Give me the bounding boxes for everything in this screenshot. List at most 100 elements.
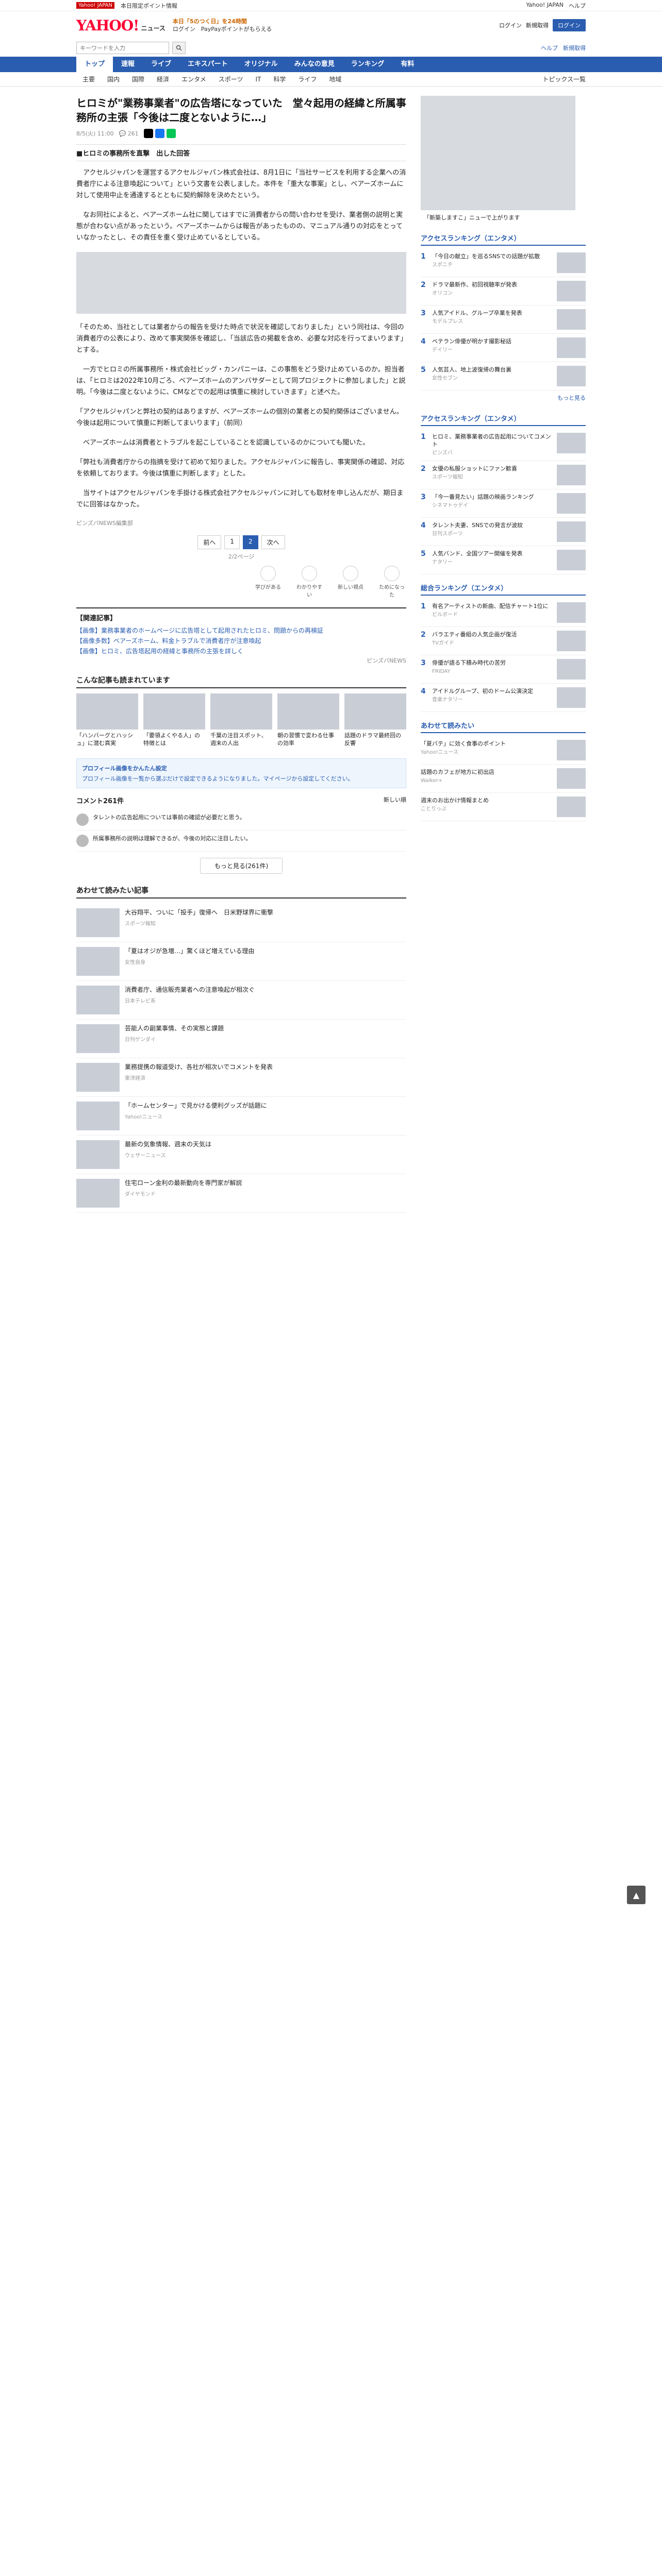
list-item[interactable]: 「ホームセンター」で見かける便利グッズが話題に Yahoo!ニュース bbox=[76, 1097, 406, 1136]
facebook-share-icon[interactable] bbox=[155, 129, 164, 138]
ranking-item[interactable]: 3 「今一番見たい」話題の映画ランキング シネマトゥデイ bbox=[421, 489, 586, 518]
header-link-login[interactable]: ログイン bbox=[499, 21, 522, 29]
nav-item-breaking[interactable]: 速報 bbox=[113, 57, 143, 72]
ranking-item[interactable]: 3 人気アイドル、グループ卒業を発表 モデルプレス bbox=[421, 306, 586, 334]
rank-text: 人気アイドル、グループ卒業を発表 bbox=[432, 310, 522, 316]
ranking-item[interactable]: 4 タレント夫妻、SNSでの発言が波紋 日刊スポーツ bbox=[421, 518, 586, 546]
list-source: Yahoo!ニュース bbox=[125, 1114, 162, 1120]
yahoo-japan-badge[interactable]: Yahoo! JAPAN bbox=[76, 2, 114, 9]
category-life[interactable]: ライフ bbox=[292, 75, 323, 83]
reaction-learn[interactable]: 学びがある bbox=[254, 566, 283, 598]
category-local[interactable]: 地域 bbox=[323, 75, 347, 83]
ranking-item[interactable]: 1 ヒロミ、業務事業者の広告起用についてコメント ピンズバ bbox=[421, 429, 586, 461]
ranking-item[interactable]: 4 ベテラン俳優が明かす撮影秘話 デイリー bbox=[421, 334, 586, 362]
category-it[interactable]: IT bbox=[249, 76, 267, 83]
login-button[interactable]: ログイン bbox=[553, 19, 586, 31]
list-thumb bbox=[76, 1140, 120, 1169]
ranking-item[interactable]: 3 俳優が語る下積み時代の苦労 FRIDAY bbox=[421, 655, 586, 684]
nav-item-expert[interactable]: エキスパート bbox=[179, 57, 236, 72]
list-item[interactable]: 住宅ローン金利の最新動向を専門家が解説 ダイヤモンド bbox=[76, 1174, 406, 1213]
nav-item-ranking[interactable]: ランキング bbox=[343, 57, 393, 72]
reaction-new-view[interactable]: 新しい視点 bbox=[336, 566, 365, 598]
reaction-clear[interactable]: わかりやすい bbox=[295, 566, 324, 598]
ranking-item[interactable]: 2 ドラマ最新作、初回視聴率が発表 オリコン bbox=[421, 277, 586, 306]
rank-source: ナタリー bbox=[432, 560, 453, 565]
ranking-item[interactable]: 5 人気芸人、地上波復帰の舞台裏 女性セブン bbox=[421, 362, 586, 391]
ranking-more-link[interactable]: もっと見る bbox=[421, 391, 586, 405]
related-link[interactable]: 【画像】業務事業者のホームページに広告塔として起用されたヒロミ、問題からの再検証 bbox=[76, 625, 406, 636]
recommend-card[interactable]: 話題のドラマ最終回の反響 bbox=[344, 693, 406, 747]
related-link[interactable]: 【画像】ヒロミ、広告塔起用の経緯と事務所の主張を詳しく bbox=[76, 646, 406, 656]
line-share-icon[interactable] bbox=[166, 129, 176, 138]
list-item[interactable]: 消費者庁、通信販売業者への注意喚起が相次ぐ 日本テレビ系 bbox=[76, 981, 406, 1020]
category-world[interactable]: 国際 bbox=[126, 75, 151, 83]
recommend-thumb bbox=[143, 693, 205, 730]
sidebar-ad[interactable]: 「新築しますこ」ニューで上がります bbox=[421, 96, 575, 225]
site-logo[interactable]: YAHOO! ニュース bbox=[76, 17, 166, 34]
pickup-item[interactable]: 「夏バテ」に効く食事のポイント Yahoo!ニュース bbox=[421, 736, 586, 765]
pager-page-1[interactable]: 1 bbox=[224, 535, 240, 549]
recommend-text: 千葉の注目スポット、週末の人出 bbox=[210, 732, 267, 747]
category-entertainment[interactable]: エンタメ bbox=[175, 75, 212, 83]
nav-item-paid[interactable]: 有料 bbox=[392, 57, 422, 72]
nav-item-top[interactable]: トップ bbox=[76, 57, 113, 72]
pager-prev[interactable]: 前へ bbox=[197, 535, 222, 549]
comments-sort[interactable]: 新しい順 bbox=[384, 795, 406, 805]
list-item[interactable]: 最新の気象情報、週末の天気は ウェザーニュース bbox=[76, 1136, 406, 1174]
ranking-item[interactable]: 1 「今日の献立」を巡るSNSでの話題が拡散 スポニチ bbox=[421, 249, 586, 277]
topics-list-link[interactable]: トピックス一覧 bbox=[542, 75, 586, 83]
related-link[interactable]: 【画像多数】ベアーズホーム、料金トラブルで消費者庁が注意喚起 bbox=[76, 636, 406, 646]
recommend-card[interactable]: 千葉の注目スポット、週末の人出 bbox=[210, 693, 272, 747]
nav-item-opinion[interactable]: みんなの意見 bbox=[286, 57, 343, 72]
nav-item-live[interactable]: ライブ bbox=[143, 57, 179, 72]
ranking-item[interactable]: 1 有名アーティストの新曲、配信チャート1位に ビルボード bbox=[421, 599, 586, 627]
rank-number: 3 bbox=[421, 309, 426, 317]
pickup-item[interactable]: 週末のお出かけ情報まとめ ことりっぷ bbox=[421, 793, 586, 821]
rank-thumb bbox=[557, 493, 586, 514]
recommend-card[interactable]: 「ハンバーグとハッシュ」に潜む真実 bbox=[76, 693, 138, 747]
rank-text: ベテラン俳優が明かす撮影秘話 bbox=[432, 338, 511, 345]
nav-item-original[interactable]: オリジナル bbox=[236, 57, 286, 72]
search-input[interactable] bbox=[76, 42, 169, 54]
header-link-register[interactable]: 新規取得 bbox=[526, 21, 549, 29]
recommend-text: 話題のドラマ最終回の反響 bbox=[344, 732, 401, 747]
pager-page-2[interactable]: 2 bbox=[243, 535, 258, 549]
ranking-item[interactable]: 5 人気バンド、全国ツアー開催を発表 ナタリー bbox=[421, 546, 586, 574]
ranking-item[interactable]: 2 バラエティ番組の人気企画が復活 TVガイド bbox=[421, 627, 586, 655]
recommend-card[interactable]: 「要領よくやる人」の特徴とは bbox=[143, 693, 205, 747]
profile-notice[interactable]: プロフィール画像をかんたん設定 プロフィール画像を一覧から選ぶだけで設定できるよ… bbox=[76, 758, 406, 788]
category-domestic[interactable]: 国内 bbox=[101, 75, 126, 83]
category-sports[interactable]: スポーツ bbox=[212, 75, 250, 83]
rank-thumb bbox=[557, 337, 586, 358]
header-promo[interactable]: 本日「5のつく日」を24時間 ログイン PayPayポイントがもらえる bbox=[173, 18, 272, 33]
category-science[interactable]: 科学 bbox=[267, 75, 292, 83]
list-text: 大谷翔平、ついに「投手」復帰へ 日米野球界に衝撃 bbox=[125, 909, 274, 916]
ranking-item[interactable]: 4 アイドルグループ、初のドーム公演決定 音楽ナタリー bbox=[421, 684, 586, 712]
promo-text[interactable]: 本日限定ポイント情報 bbox=[121, 2, 177, 10]
utility-link-top[interactable]: Yahoo! JAPAN bbox=[526, 2, 564, 10]
list-item[interactable]: 芸能人の副業事情、その実態と課題 日刊ゲンダイ bbox=[76, 1020, 406, 1058]
utility-link-help[interactable]: ヘルプ bbox=[569, 2, 586, 10]
list-text: 「夏はオジが急増…」驚くほど増えている理由 bbox=[125, 947, 255, 955]
category-economy[interactable]: 経済 bbox=[151, 75, 175, 83]
pickup-item[interactable]: 話題のカフェが地方に初出店 Walker+ bbox=[421, 765, 586, 793]
recommend-card[interactable]: 朝の習慣で変わる仕事の効率 bbox=[277, 693, 339, 747]
recommend-text: 朝の習慣で変わる仕事の効率 bbox=[277, 732, 334, 747]
category-main[interactable]: 主要 bbox=[76, 75, 101, 83]
list-item[interactable]: 業務提携の報道受け、各社が相次いでコメントを発表 東洋経済 bbox=[76, 1058, 406, 1097]
reaction-useful[interactable]: ためになった bbox=[377, 566, 406, 598]
page-top-button[interactable]: ▲ bbox=[627, 1886, 646, 1904]
pager-next[interactable]: 次へ bbox=[261, 535, 285, 549]
recommend-text: 「要領よくやる人」の特徴とは bbox=[143, 732, 200, 747]
ranking-item[interactable]: 2 女優の私服ショットにファン歓喜 スポーツ報知 bbox=[421, 461, 586, 489]
search-link-register[interactable]: 新規取得 bbox=[563, 44, 586, 52]
inline-ad[interactable] bbox=[76, 252, 406, 314]
search-button[interactable] bbox=[172, 42, 186, 54]
x-share-icon[interactable] bbox=[143, 129, 153, 138]
list-item[interactable]: 大谷翔平、ついに「投手」復帰へ 日米野球界に衝撃 スポーツ報知 bbox=[76, 904, 406, 942]
comment-count-badge[interactable]: 💬 261 bbox=[119, 130, 138, 137]
article-title: ヒロミが"業務事業者"の広告塔になっていた 堂々起用の経緯と所属事務所の主張「今… bbox=[76, 97, 406, 124]
more-comments-button[interactable]: もっと見る(261件) bbox=[200, 858, 283, 874]
list-item[interactable]: 「夏はオジが急増…」驚くほど増えている理由 女性自身 bbox=[76, 942, 406, 981]
search-link-help[interactable]: ヘルプ bbox=[541, 44, 558, 52]
